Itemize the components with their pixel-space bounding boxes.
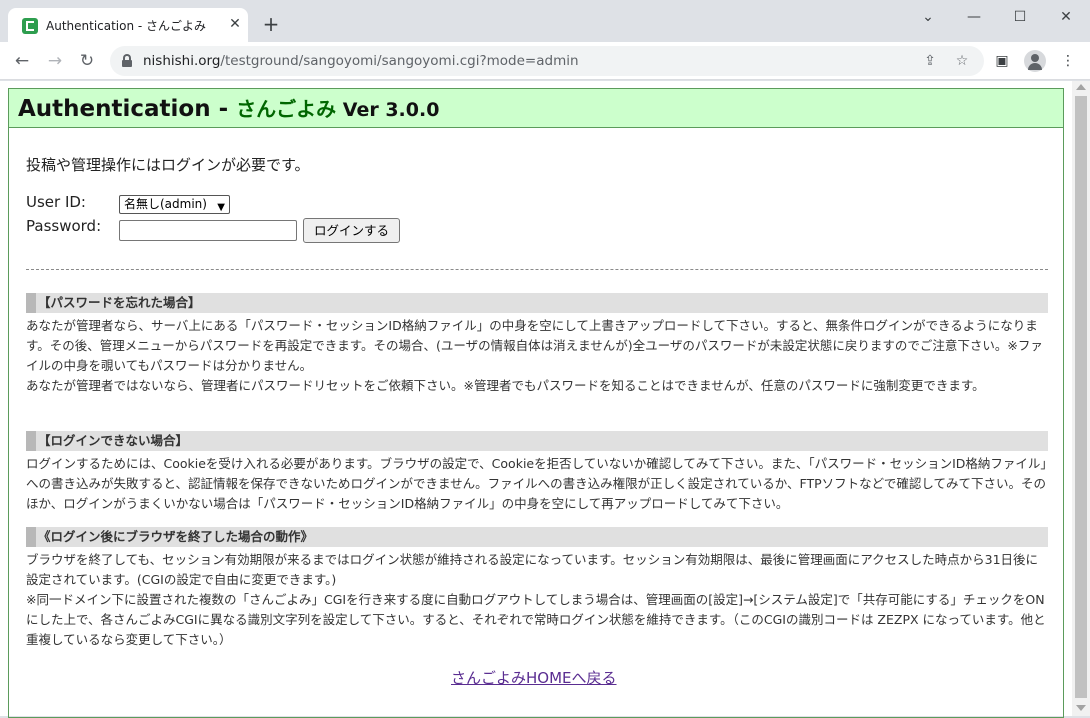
tab-strip: Authentication - さんごよみ ✕ + ⌄ — ☐ ✕	[0, 0, 1090, 42]
new-tab-button[interactable]: +	[261, 14, 281, 34]
chevron-down-icon: ▼	[217, 202, 225, 213]
reload-button[interactable]: ↻	[75, 49, 99, 73]
userid-value: 名無し(admin)	[124, 197, 207, 211]
after-close-text: ブラウザを終了しても、セッション有効期限が来るまではログイン状態が維持される設定…	[26, 552, 1039, 587]
forward-button[interactable]: →	[43, 49, 67, 73]
title-app: さんごよみ	[236, 97, 337, 121]
window-close-button[interactable]: ✕	[1043, 4, 1089, 30]
section-heading-forgot-password: 【パスワードを忘れた場合】	[26, 293, 1048, 313]
lock-icon[interactable]	[122, 54, 132, 67]
side-panel-icon[interactable]: ▣	[992, 51, 1012, 71]
title-version: Ver 3.0.0	[336, 99, 440, 121]
auth-page: Authentication - さんごよみ Ver 3.0.0 投稿や管理操作…	[8, 88, 1064, 718]
vertical-scrollbar[interactable]	[1072, 81, 1090, 716]
menu-icon[interactable]: ⋮	[1058, 51, 1078, 71]
home-link[interactable]: さんごよみHOMEへ戻る	[451, 667, 617, 688]
userid-select[interactable]: 名無し(admin) ▼	[119, 195, 230, 214]
page-viewport: Authentication - さんごよみ Ver 3.0.0 投稿や管理操作…	[0, 81, 1090, 718]
cannot-login-text: ログインするためには、Cookieを受け入れる必要があります。ブラウザの設定で、…	[26, 456, 1047, 511]
login-button[interactable]: ログインする	[303, 218, 400, 243]
forgot-password-text: あなたが管理者なら、サーバ上にある「パスワード・セッションID格納ファイル」の中…	[26, 318, 1043, 373]
section-body-after-browser-close: ブラウザを終了しても、セッション有効期限が来るまではログイン状態が維持される設定…	[26, 550, 1048, 650]
title-main: Authentication -	[18, 96, 237, 122]
star-icon[interactable]: ☆	[953, 52, 971, 70]
section-heading-cannot-login: 【ログインできない場合】	[26, 431, 1048, 451]
password-label: Password:	[26, 217, 102, 235]
page-title: Authentication - さんごよみ Ver 3.0.0	[18, 93, 439, 122]
section-heading-after-browser-close: 《ログイン後にブラウザを終了した場合の動作》	[26, 527, 1048, 547]
share-icon[interactable]: ⇪	[921, 52, 939, 70]
divider	[26, 269, 1048, 270]
section-body-forgot-password: あなたが管理者なら、サーバ上にある「パスワード・セッションID格納ファイル」の中…	[26, 316, 1048, 396]
intro-text: 投稿や管理操作にはログインが必要です。	[26, 156, 310, 174]
url-host: nishishi.org	[143, 53, 221, 69]
tab-search-icon[interactable]: ⌄	[905, 4, 951, 30]
url-path: /testground/sangoyomi/sangoyomi.cgi?mode…	[220, 53, 579, 69]
tab-title: Authentication - さんごよみ	[46, 19, 207, 33]
forgot-password-text-2: あなたが管理者ではないなら、管理者にパスワードリセットをご依頼下さい。※管理者で…	[26, 378, 985, 393]
after-close-text-2: ※同一ドメイン下に設置された複数の「さんごよみ」CGIを行き来する度に自動ログア…	[26, 592, 1046, 647]
tab-close-icon[interactable]: ✕	[226, 15, 244, 33]
address-bar[interactable]: nishishi.org/testground/sangoyomi/sangoy…	[110, 46, 984, 76]
userid-label: User ID:	[26, 193, 86, 211]
section-body-cannot-login: ログインするためには、Cookieを受け入れる必要があります。ブラウザの設定で、…	[26, 454, 1048, 514]
password-input[interactable]	[119, 220, 297, 241]
back-button[interactable]: ←	[10, 49, 34, 73]
browser-window: Authentication - さんごよみ ✕ + ⌄ — ☐ ✕ ← → ↻…	[0, 0, 1090, 718]
profile-avatar[interactable]	[1024, 50, 1046, 72]
scroll-up-icon[interactable]	[1076, 84, 1086, 90]
maximize-button[interactable]: ☐	[997, 4, 1043, 30]
scroll-down-icon[interactable]	[1076, 705, 1086, 711]
scroll-thumb[interactable]	[1075, 96, 1087, 698]
browser-toolbar: ← → ↻ nishishi.org/testground/sangoyomi/…	[0, 42, 1090, 80]
url-text[interactable]: nishishi.org/testground/sangoyomi/sangoy…	[143, 53, 579, 69]
minimize-button[interactable]: —	[951, 4, 997, 30]
page-header: Authentication - さんごよみ Ver 3.0.0	[9, 89, 1063, 128]
browser-tab[interactable]: Authentication - さんごよみ ✕	[8, 8, 248, 42]
favicon-icon	[22, 18, 38, 34]
